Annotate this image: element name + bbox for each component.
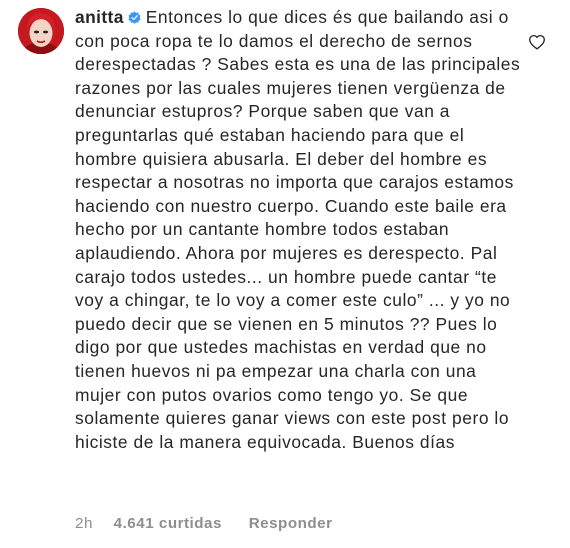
avatar[interactable] — [18, 8, 64, 54]
comment-meta: 2h 4.641 curtidas Responder — [75, 514, 333, 534]
comment-body: anitta Entonces lo que dices és que baila… — [75, 6, 523, 454]
like-heart-icon[interactable] — [528, 34, 546, 50]
username-link[interactable]: anitta — [75, 7, 124, 27]
verified-badge-icon — [127, 10, 142, 25]
comment: anitta Entonces lo que dices és que baila… — [0, 0, 570, 548]
reply-button[interactable]: Responder — [249, 514, 333, 534]
likes-count-button[interactable]: 4.641 curtidas — [114, 514, 222, 534]
comment-text-block: anitta Entonces lo que dices és que baila… — [75, 6, 523, 454]
comment-timestamp[interactable]: 2h — [75, 514, 93, 534]
comment-text: Entonces lo que dices és que bailando as… — [75, 7, 521, 452]
